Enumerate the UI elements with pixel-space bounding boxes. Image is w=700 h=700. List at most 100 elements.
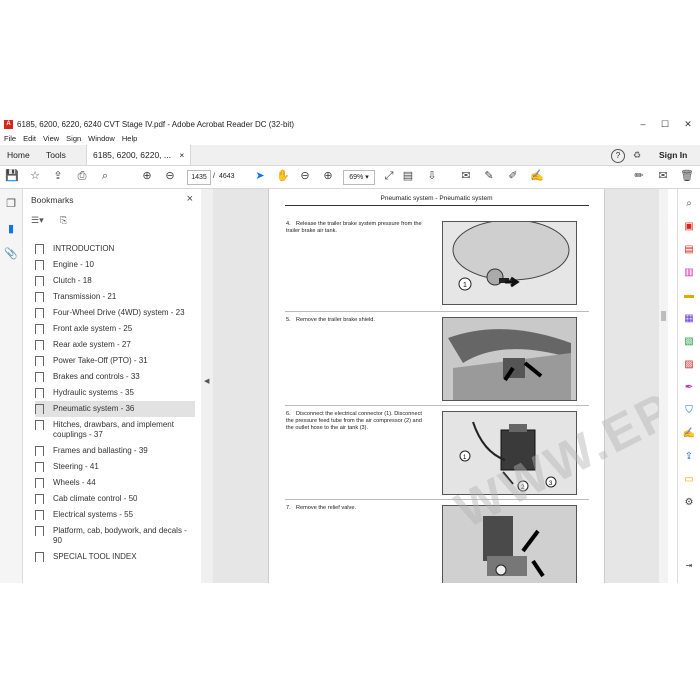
edit-share-icon[interactable]: ✏	[632, 169, 646, 183]
bookmark-item[interactable]: Brakes and controls - 33	[35, 369, 195, 385]
search-zoom-icon[interactable]: ⌕	[98, 169, 112, 183]
bookmarks-title: Bookmarks	[31, 195, 74, 205]
tab-document[interactable]: 6185, 6200, 6220, ... ×	[86, 145, 192, 165]
comment-icon[interactable]: ▬	[682, 289, 696, 303]
step-5: 5. Remove the trailer brake shield.	[286, 317, 431, 324]
collapse-left-icon[interactable]: ◀	[204, 377, 209, 385]
share-icon[interactable]: ⇪	[682, 450, 696, 464]
menu-file[interactable]: File	[4, 134, 16, 143]
bookmark-item[interactable]: Platform, cab, bodywork, and decals - 90	[35, 523, 195, 549]
page-display-icon[interactable]: ▤	[401, 169, 415, 183]
export-pdf-icon[interactable]: ▣	[682, 220, 696, 234]
collapse-right-icon[interactable]: ⇥	[682, 559, 696, 573]
help-icon[interactable]: ?	[611, 149, 625, 163]
bookmark-list: INTRODUCTION Engine - 10 Clutch - 18 Transm…	[35, 241, 195, 565]
menu-edit[interactable]: Edit	[23, 134, 36, 143]
bookmark-item[interactable]: Wheels - 44	[35, 475, 195, 491]
bookmark-options-icon[interactable]: ☰▾	[31, 215, 44, 225]
step-6: 6. Disconnect the electrical connector (1…	[286, 411, 431, 432]
bookmark-item[interactable]: Electrical systems - 55	[35, 507, 195, 523]
scan-icon[interactable]: ▭	[682, 473, 696, 487]
bookmark-item[interactable]: Frames and ballasting - 39	[35, 443, 195, 459]
close-window-button[interactable]: ✕	[677, 117, 699, 132]
scroll-mode-icon[interactable]: ⇩	[425, 169, 439, 183]
minimize-button[interactable]: –	[632, 117, 654, 132]
thumbnails-icon[interactable]: ❐	[4, 197, 18, 211]
close-bookmarks-icon[interactable]: ×	[187, 193, 193, 205]
menu-bar: File Edit View Sign Window Help	[0, 132, 700, 145]
menu-help[interactable]: Help	[122, 134, 137, 143]
pdf-page: Pneumatic system - Pneumatic system 4. Re…	[268, 189, 605, 583]
tab-tools[interactable]: Tools	[46, 145, 66, 165]
create-pdf-icon[interactable]: ▤	[682, 243, 696, 257]
save-icon[interactable]: 💾	[5, 169, 19, 183]
highlight-pen-icon[interactable]: ✎	[482, 169, 496, 183]
add-bookmark-icon[interactable]: ⎘	[60, 215, 67, 225]
bookmark-item[interactable]: Cab climate control - 50	[35, 491, 195, 507]
edit-pdf-icon[interactable]: ▥	[682, 266, 696, 280]
close-tab-icon[interactable]: ×	[179, 150, 184, 160]
draw-icon[interactable]: ✐	[506, 169, 520, 183]
fig-label-1: 1	[463, 282, 467, 289]
bookmark-item[interactable]: INTRODUCTION	[35, 241, 195, 257]
previous-page-icon[interactable]: ⊕	[140, 169, 154, 183]
delete-icon[interactable]: 🗑	[680, 169, 694, 183]
attachment-icon[interactable]: 📎	[4, 247, 18, 261]
document-scrollbar[interactable]	[659, 189, 668, 583]
send-for-signature-icon[interactable]: ✍	[682, 427, 696, 441]
bookmark-item[interactable]: Engine - 10	[35, 257, 195, 273]
step-text: Remove the relief valve.	[296, 505, 357, 511]
hand-tool-icon[interactable]: ✋	[276, 169, 290, 183]
comment-tool-icon[interactable]: ✉	[459, 169, 473, 183]
page-number-input[interactable]: 1435	[187, 170, 211, 185]
bookmark-item[interactable]: SPECIAL TOOL INDEX	[35, 549, 195, 565]
bookmark-icon	[35, 308, 44, 318]
fit-page-icon[interactable]: ⤢	[382, 169, 396, 183]
menu-sign[interactable]: Sign	[66, 134, 81, 143]
zoom-out-icon[interactable]: ⊖	[298, 169, 312, 183]
bookmark-star-icon[interactable]: ☆	[28, 169, 42, 183]
next-page-icon[interactable]: ⊖	[163, 169, 177, 183]
sign-in-button[interactable]: Sign In	[659, 145, 687, 165]
bookmark-icon	[35, 292, 44, 302]
zoom-in-icon[interactable]: ⊕	[321, 169, 335, 183]
select-cursor-icon[interactable]: ➤	[253, 169, 267, 183]
combine-files-icon[interactable]: ▦	[682, 312, 696, 326]
bookmark-item[interactable]: Pneumatic system - 36	[35, 401, 195, 417]
bookmark-item[interactable]: Hitches, drawbars, and implement couplin…	[35, 417, 195, 443]
page-header: Pneumatic system - Pneumatic system	[380, 195, 493, 202]
tab-home[interactable]: Home	[7, 145, 30, 165]
zoom-level-dropdown[interactable]: 69% ▾	[343, 170, 375, 185]
air-tank-drawing: 1	[443, 222, 576, 304]
menu-window[interactable]: Window	[88, 134, 115, 143]
print-icon[interactable]: ⎙	[75, 169, 89, 183]
bookmark-icon	[35, 526, 44, 536]
fill-sign-icon[interactable]: ✒	[682, 381, 696, 395]
bookmark-item[interactable]: Clutch - 18	[35, 273, 195, 289]
panel-splitter[interactable]: ◀	[201, 189, 213, 583]
bookmark-item[interactable]: Transmission - 21	[35, 289, 195, 305]
bookmark-item[interactable]: Rear axle system - 27	[35, 337, 195, 353]
maximize-button[interactable]: ☐	[654, 117, 676, 132]
compress-icon[interactable]: ▨	[682, 358, 696, 372]
document-viewport[interactable]: Pneumatic system - Pneumatic system 4. Re…	[213, 189, 659, 583]
bookmark-label: Cab climate control - 50	[53, 494, 138, 503]
notification-bell-icon[interactable]: ♻	[633, 145, 641, 165]
bookmark-icon	[35, 372, 44, 382]
bookmark-item[interactable]: Power Take-Off (PTO) - 31	[35, 353, 195, 369]
bookmark-icon[interactable]: ▮	[4, 222, 18, 236]
email-icon[interactable]: ✉	[656, 169, 670, 183]
upload-icon[interactable]: ⇪	[51, 169, 65, 183]
menu-view[interactable]: View	[43, 134, 59, 143]
bookmark-item[interactable]: Hydraulic systems - 35	[35, 385, 195, 401]
bookmark-icon	[35, 494, 44, 504]
bookmark-item[interactable]: Steering - 41	[35, 459, 195, 475]
bookmark-item[interactable]: Front axle system - 25	[35, 321, 195, 337]
search-icon[interactable]: ⌕	[682, 197, 696, 211]
bookmark-item[interactable]: Four-Wheel Drive (4WD) system - 23	[35, 305, 195, 321]
document-scroll-thumb[interactable]	[661, 311, 666, 321]
organize-pages-icon[interactable]: ▧	[682, 335, 696, 349]
more-tools-icon[interactable]: ⚙	[682, 496, 696, 510]
fill-sign-tool-icon[interactable]: ✍	[530, 169, 544, 183]
protect-icon[interactable]: ⛉	[682, 404, 696, 418]
